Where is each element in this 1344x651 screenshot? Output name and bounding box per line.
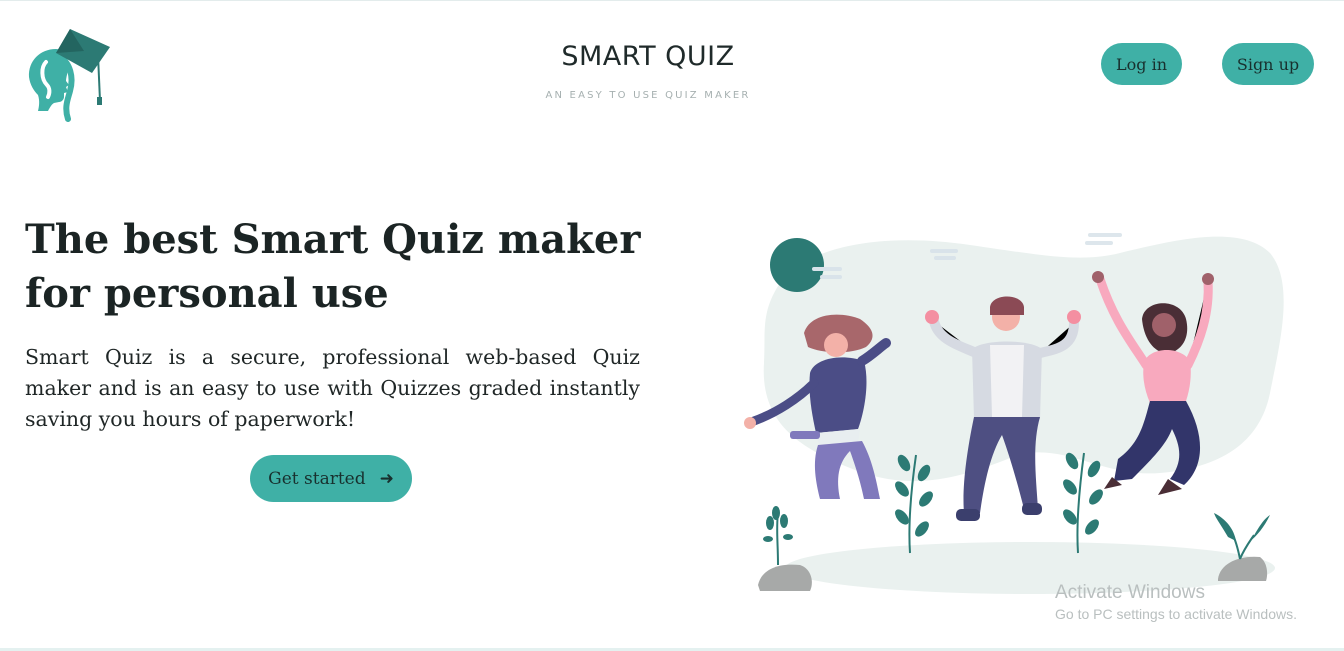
watermark-subtitle: Go to PC settings to activate Windows. (1055, 606, 1297, 622)
windows-activation-watermark: Activate Windows Go to PC settings to ac… (1055, 582, 1297, 622)
login-button[interactable]: Log in (1101, 43, 1182, 85)
watermark-title: Activate Windows (1055, 582, 1205, 603)
hero-description: Smart Quiz is a secure, professional web… (25, 345, 640, 431)
site-tagline: AN EASY TO USE QUIZ MAKER (545, 90, 751, 101)
signup-button[interactable]: Sign up (1222, 43, 1314, 85)
landing-page: SMART QUIZ AN EASY TO USE QUIZ MAKER Log… (0, 0, 1344, 651)
arrow-right-icon: ➜ (379, 468, 394, 489)
get-started-label: Get started (268, 468, 366, 489)
jumping-people-illustration (744, 233, 1284, 594)
get-started-button[interactable]: Get started ➜ (250, 455, 412, 502)
hero-heading: The best Smart Quiz maker for personal u… (25, 216, 641, 317)
